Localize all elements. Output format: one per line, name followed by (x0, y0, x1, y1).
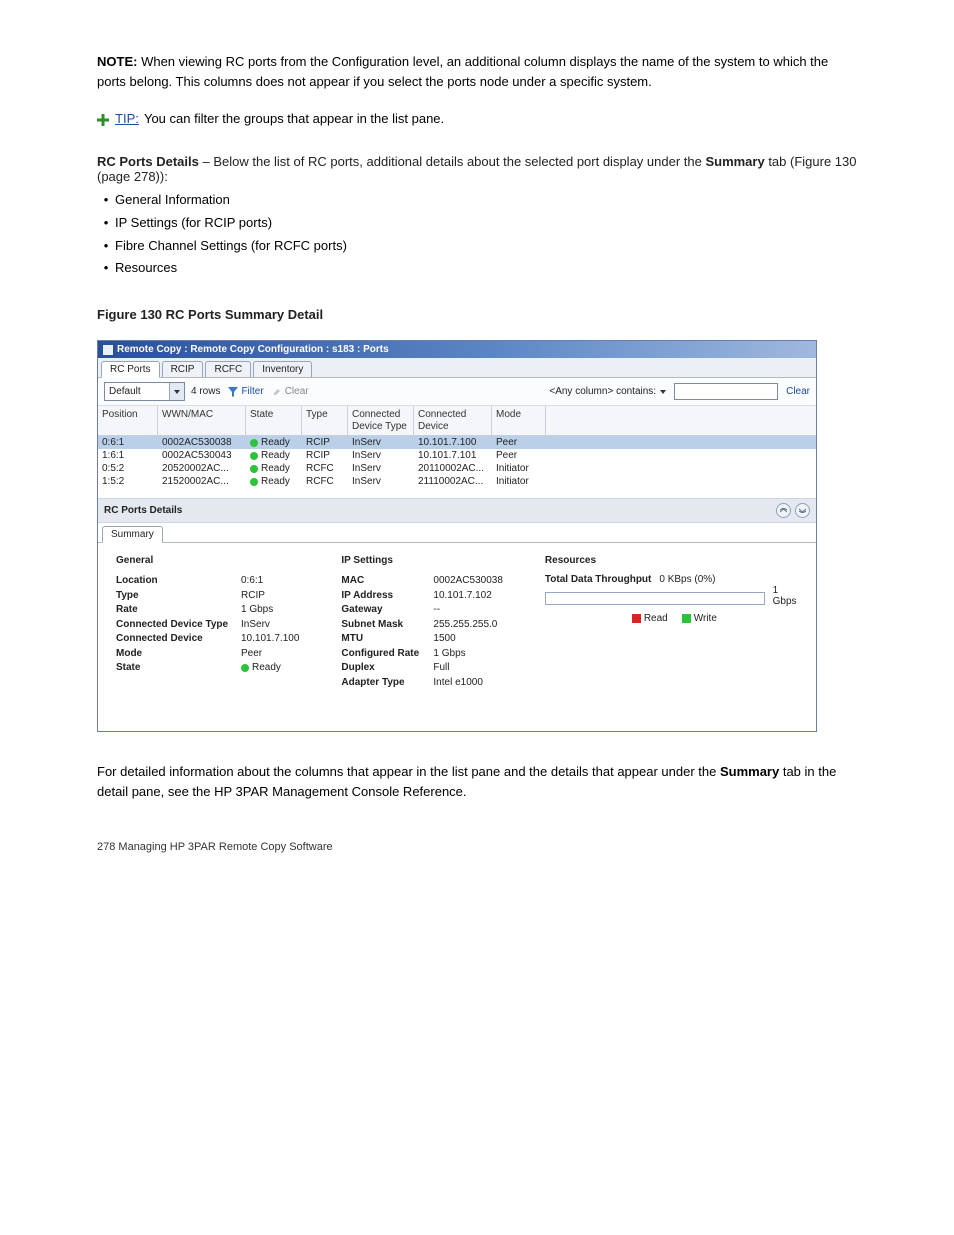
note-lead: NOTE: (97, 54, 137, 69)
detail-row: Subnet Mask255.255.255.0 (341, 618, 503, 633)
funnel-icon (228, 387, 238, 397)
section-tabname: Summary (705, 154, 764, 169)
window-titlebar: Remote Copy : Remote Copy Configuration … (98, 341, 816, 358)
section-lead: RC Ports Details (97, 154, 199, 169)
toolbar: Default 4 rows Filter Clear <Any column>… (98, 378, 816, 406)
tab-inventory[interactable]: Inventory (253, 361, 312, 377)
resources-section: Resources Total Data Throughput 0 KBps (… (545, 555, 804, 705)
eraser-icon (272, 387, 282, 397)
filter-link[interactable]: Filter (228, 386, 263, 397)
collapse-up-icon[interactable] (776, 503, 791, 518)
detail-tabs: Summary (98, 523, 816, 543)
table-row[interactable]: 0:6:10002AC530038ReadyRCIPInServ10.101.7… (98, 436, 816, 449)
throughput-legend: Read Write (545, 613, 804, 624)
search-input[interactable] (674, 383, 778, 400)
section-heading: RC Ports Details – Below the list of RC … (97, 154, 857, 184)
detail-row: MTU1500 (341, 632, 503, 647)
bullet-item: •IP Settings (for RCIP ports) (97, 213, 857, 234)
window-title: Remote Copy : Remote Copy Configuration … (117, 344, 389, 355)
note-paragraph: NOTE: When viewing RC ports from the Con… (97, 52, 857, 91)
legend-swatch-read (632, 614, 641, 623)
grid-header: Position WWN/MAC State Type Connected De… (98, 406, 816, 436)
general-heading: General (116, 555, 299, 566)
view-combo[interactable]: Default (104, 382, 185, 401)
detail-row: DuplexFull (341, 661, 503, 676)
col-position[interactable]: Position (98, 406, 158, 435)
details-title: RC Ports Details (104, 505, 182, 516)
chevron-down-icon[interactable] (169, 383, 184, 400)
section-text-2: tab (765, 154, 790, 169)
detail-row: Configured Rate1 Gbps (341, 647, 503, 662)
tip-line: TIP: You can filter the groups that appe… (97, 111, 857, 126)
col-conndev[interactable]: Connected Device (414, 406, 492, 435)
col-wwnmac[interactable]: WWN/MAC (158, 406, 246, 435)
main-tabs: RC Ports RCIP RCFC Inventory (98, 358, 816, 378)
ip-heading: IP Settings (341, 555, 503, 566)
col-type[interactable]: Type (302, 406, 348, 435)
general-section: General Location0:6:1TypeRCIPRate1 GbpsC… (116, 555, 299, 705)
search-clear-link[interactable]: Clear (786, 386, 810, 397)
table-row[interactable]: 1:5:221520002AC...ReadyRCFCInServ2111000… (98, 475, 816, 488)
throughput-label: Total Data Throughput (545, 574, 651, 585)
detail-row: Location0:6:1 (116, 574, 299, 589)
table-row[interactable]: 0:5:220520002AC...ReadyRCFCInServ2011000… (98, 462, 816, 475)
col-mode[interactable]: Mode (492, 406, 546, 435)
figure-caption: Figure 130 RC Ports Summary Detail (97, 307, 857, 322)
resources-heading: Resources (545, 555, 804, 566)
page-number: 278 Managing HP 3PAR Remote Copy Softwar… (97, 841, 857, 853)
collapse-down-icon[interactable] (795, 503, 810, 518)
detail-row: Adapter TypeIntel e1000 (341, 676, 503, 691)
detail-row: TypeRCIP (116, 589, 299, 604)
tab-rcip[interactable]: RCIP (162, 361, 204, 377)
tab-rcports[interactable]: RC Ports (101, 361, 160, 378)
legend-write: Write (694, 613, 717, 624)
app-window: Remote Copy : Remote Copy Configuration … (97, 340, 817, 732)
legend-read: Read (644, 613, 668, 624)
detail-row: Connected Device10.101.7.100 (116, 632, 299, 647)
tip-text: You can filter the groups that appear in… (144, 111, 444, 126)
col-state[interactable]: State (246, 406, 302, 435)
tab-summary[interactable]: Summary (102, 526, 163, 543)
bullet-item: •General Information (97, 190, 857, 211)
clear-link[interactable]: Clear (272, 386, 309, 397)
detail-row: IP Address10.101.7.102 (341, 589, 503, 604)
throughput-gauge (545, 592, 765, 605)
detail-row: StateReady (116, 661, 299, 676)
throughput-value: 0 KBps (0%) (659, 574, 715, 585)
bullet-item: •Resources (97, 258, 857, 279)
detail-row: Rate1 Gbps (116, 603, 299, 618)
gauge-max: 1 Gbps (773, 585, 804, 607)
search-label: <Any column> contains: (549, 386, 656, 397)
row-count: 4 rows (191, 386, 220, 397)
ip-section: IP Settings MAC0002AC530038IP Address10.… (341, 555, 503, 705)
tab-rcfc[interactable]: RCFC (205, 361, 251, 377)
details-header: RC Ports Details (98, 498, 816, 523)
details-panel: General Location0:6:1TypeRCIPRate1 GbpsC… (98, 543, 816, 731)
view-combo-value: Default (105, 386, 169, 397)
detail-row: Connected Device TypeInServ (116, 618, 299, 633)
section-text-1: – Below the list of RC ports, additional… (199, 154, 706, 169)
chevron-down-icon[interactable] (660, 390, 666, 394)
table-row[interactable]: 1:6:10002AC530043ReadyRCIPInServ10.101.7… (98, 449, 816, 462)
detail-row: ModePeer (116, 647, 299, 662)
window-icon (102, 344, 114, 356)
footer-paragraph: For detailed information about the colum… (97, 762, 857, 801)
tip-link[interactable]: TIP: (115, 111, 139, 126)
legend-swatch-write (682, 614, 691, 623)
note-text: When viewing RC ports from the Configura… (97, 54, 828, 89)
section-text-3: : (164, 169, 168, 184)
detail-row: MAC0002AC530038 (341, 574, 503, 589)
grid-body: 0:6:10002AC530038ReadyRCIPInServ10.101.7… (98, 436, 816, 488)
plus-icon (97, 114, 109, 126)
bullet-item: •Fibre Channel Settings (for RCFC ports) (97, 236, 857, 257)
detail-row: Gateway-- (341, 603, 503, 618)
col-conndevtype[interactable]: Connected Device Type (348, 406, 414, 435)
